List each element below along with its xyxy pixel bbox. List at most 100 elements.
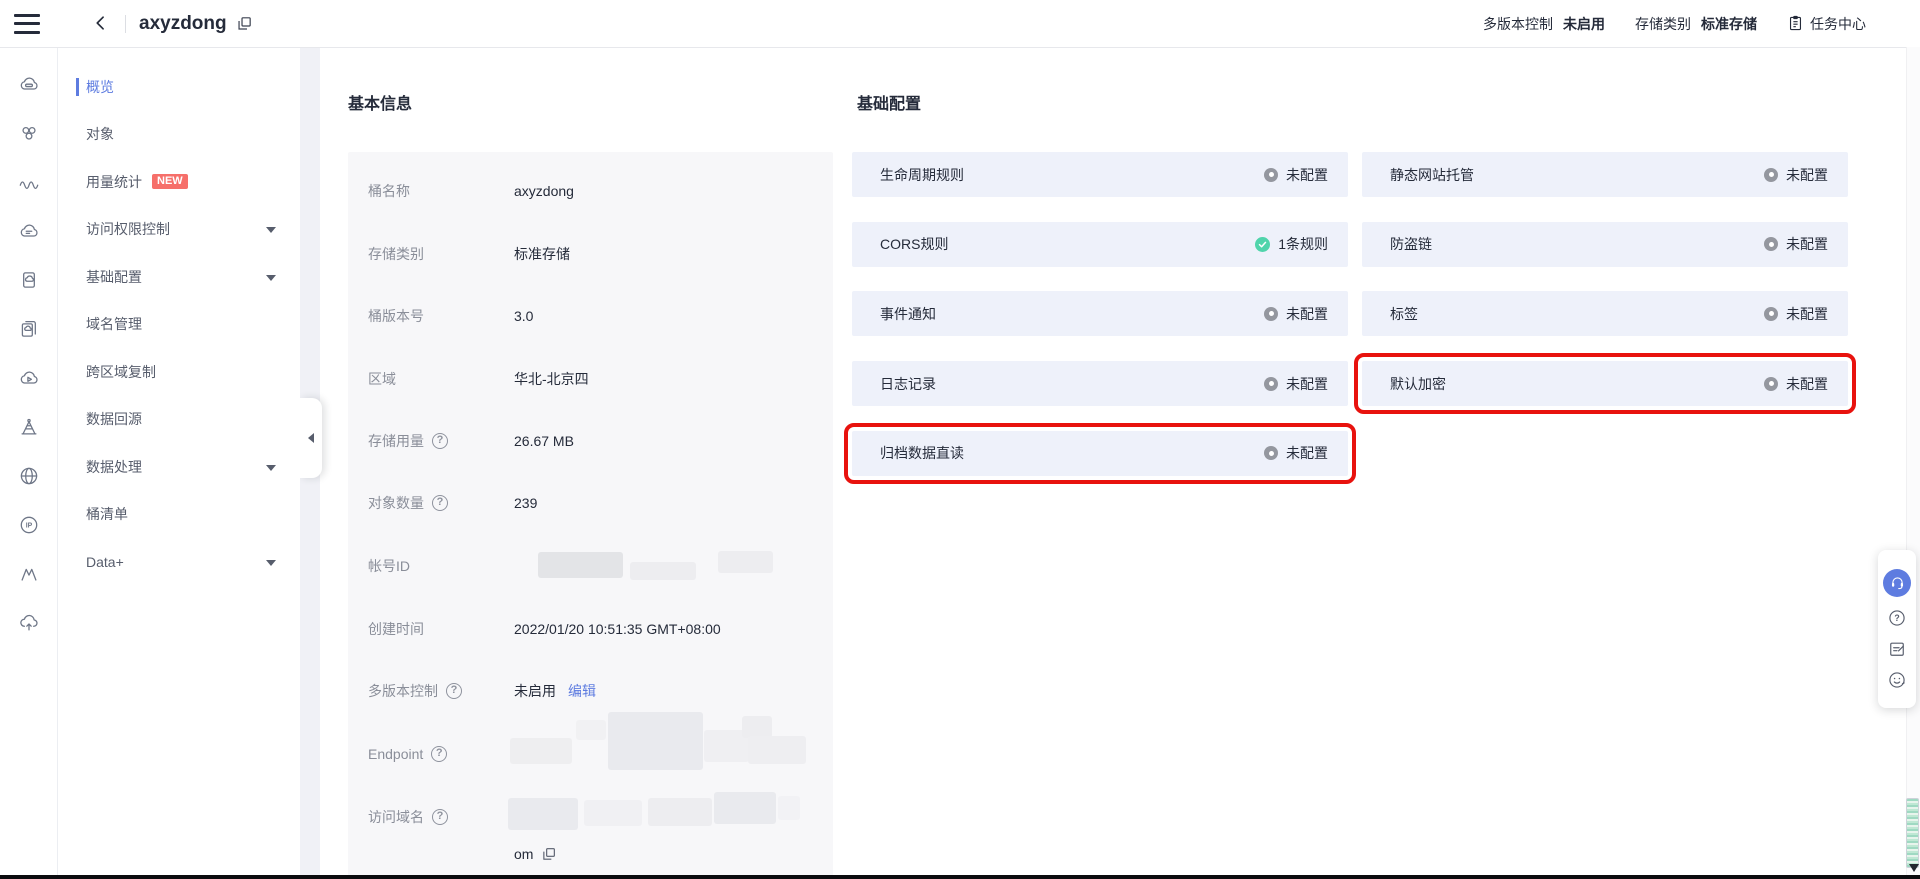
bucket-title: axyzdong (139, 12, 227, 34)
usage-waves-icon[interactable] (18, 171, 40, 193)
status-not-configured-icon (1764, 376, 1778, 391)
basic-config-column-left: 生命周期规则 未配置 CORS规则 1条规则 事件通知 未配置 日志记录 未配置 归档数据直读未… (844, 152, 1356, 484)
sidebar-item-cross-region-replication[interactable]: 跨区域复制 (58, 348, 300, 396)
copy-bucket-name-button[interactable] (236, 15, 254, 33)
cloud-document-icon[interactable] (18, 269, 40, 291)
sidebar-item-label: 对象 (86, 126, 114, 143)
basic-config-column-right: 静态网站托管 未配置 防盗链 未配置 标签 未配置 默认加密 未配置 (1354, 152, 1856, 415)
basic-info-title: 基本信息 (348, 96, 413, 113)
status-not-configured-icon (1264, 306, 1278, 321)
info-row-label: 存储用量 (368, 433, 424, 449)
cloud-console-icon[interactable] (18, 220, 40, 242)
config-status-text: 未配置 (1286, 445, 1328, 462)
status-not-configured-icon (1764, 306, 1778, 321)
config-card-cors[interactable]: CORS规则 1条规则 (852, 221, 1348, 267)
beacon-icon[interactable] (18, 416, 40, 438)
help-circle-icon[interactable]: ? (1887, 608, 1907, 628)
storage-class-label: 存储类别 (1635, 15, 1691, 32)
info-row-label: 多版本控制 (368, 683, 438, 699)
status-not-configured-icon (1764, 167, 1778, 182)
info-row-label: 存储类别 (368, 246, 424, 262)
sidebar-item-label: Data+ (86, 553, 124, 570)
help-icon[interactable]: ? (432, 809, 448, 825)
config-card-lifecycle[interactable]: 生命周期规则 未配置 (852, 152, 1348, 197)
cloud-server-icon[interactable] (18, 73, 40, 95)
info-row-bucket-name: 桶名称 axyzdong (368, 180, 823, 202)
sidebar-item-label: 数据回源 (86, 411, 142, 428)
documents-icon[interactable] (18, 318, 40, 340)
sidebar-item-domain-management[interactable]: 域名管理 (58, 301, 300, 349)
redacted-blur (584, 800, 642, 826)
copy-domain-button[interactable] (541, 846, 557, 862)
task-center-button[interactable]: 任务中心 (1787, 14, 1866, 34)
cloud-upload-icon[interactable] (18, 612, 40, 634)
config-card-label: 日志记录 (880, 375, 936, 392)
globe-icon[interactable] (18, 465, 40, 487)
sidebar-item-data-processing[interactable]: 数据处理 (58, 443, 300, 491)
chevron-down-icon (266, 227, 276, 238)
config-card-label: 事件通知 (880, 305, 936, 322)
config-card-static-website[interactable]: 静态网站托管 未配置 (1362, 152, 1848, 197)
sidebar-item-label: 桶清单 (86, 506, 128, 523)
edit-versioning-link[interactable]: 编辑 (568, 681, 596, 701)
config-card-logging[interactable]: 日志记录 未配置 (852, 361, 1348, 407)
svg-text:IP: IP (25, 523, 32, 530)
menu-toggle-icon[interactable] (14, 13, 40, 34)
help-icon[interactable]: ? (431, 746, 448, 762)
sidebar-item-objects[interactable]: 对象 (58, 111, 300, 159)
sidebar-item-basic-configurations[interactable]: 基础配置 (58, 253, 300, 301)
cdn-icon[interactable] (18, 563, 40, 585)
back-button[interactable] (90, 13, 112, 35)
basic-config-title: 基础配置 (857, 96, 922, 113)
smiley-icon[interactable] (1887, 670, 1907, 690)
collapse-left-icon (303, 433, 314, 443)
config-status: 未配置 (1764, 234, 1828, 254)
config-card-default-encryption[interactable]: 默认加密 未配置 (1354, 353, 1856, 415)
config-card-archive-direct-read[interactable]: 归档数据直读 未配置 (844, 422, 1356, 484)
config-card-referer-validation[interactable]: 防盗链 未配置 (1362, 221, 1848, 267)
svg-text:?: ? (1894, 613, 1899, 623)
info-row-label: Endpoint (368, 746, 424, 762)
sidebar-item-overview[interactable]: 概览 (58, 63, 300, 111)
feedback-form-icon[interactable] (1887, 639, 1907, 659)
config-card-tags[interactable]: 标签 未配置 (1362, 291, 1848, 337)
help-icon[interactable]: ? (432, 433, 448, 449)
config-status: 未配置 (1264, 443, 1328, 463)
page-scrollbar-thumb[interactable] (1906, 798, 1919, 868)
config-status-text: 未配置 (1786, 305, 1828, 322)
sidebar-item-permissions[interactable]: 访问权限控制 (58, 206, 300, 254)
sidebar-collapse-handle[interactable] (300, 398, 322, 478)
info-row-storage-usage: 存储用量? 26.67 MB (368, 430, 823, 452)
info-row-value-group: 26.67 MB (514, 433, 574, 449)
sidebar-item-metrics[interactable]: 用量统计 NEW (58, 158, 300, 206)
info-row-label: 对象数量 (368, 495, 424, 511)
obs-bucket-overview-page: { "header": { "title": "axyzdong", "vers… (0, 0, 1920, 879)
resource-cluster-icon[interactable] (18, 122, 40, 144)
redacted-blur (748, 736, 806, 764)
sidebar-item-inventory[interactable]: 桶清单 (58, 491, 300, 539)
config-status-text: 未配置 (1786, 236, 1828, 253)
screen-bottom-edge (0, 875, 1920, 879)
info-row-created-time: 创建时间 2022/01/20 10:51:35 GMT+08:00 (368, 618, 823, 640)
status-not-configured-icon (1764, 237, 1778, 252)
config-card-label: 防盗链 (1390, 236, 1432, 253)
help-icon[interactable]: ? (432, 495, 448, 511)
redacted-blur (714, 792, 776, 824)
config-status: 未配置 (1764, 304, 1828, 324)
help-icon[interactable]: ? (446, 683, 462, 699)
config-status-text: 未配置 (1286, 375, 1328, 392)
page-scrollbar-track[interactable] (1906, 47, 1920, 875)
config-status-text: 未配置 (1786, 166, 1828, 183)
sidebar-item-label: 数据处理 (86, 458, 142, 475)
cloud-media-icon[interactable] (18, 367, 40, 389)
support-headset-icon[interactable] (1883, 568, 1911, 597)
ip-icon[interactable]: IP (18, 514, 40, 536)
sidebar-item-back-to-source[interactable]: 数据回源 (58, 396, 300, 444)
basic-info-card: 桶名称 axyzdong 存储类别 标准存储 桶版本号 3.0 区域 华北-北京四 存储用量? 2… (348, 152, 833, 879)
config-card-event-notification[interactable]: 事件通知 未配置 (852, 291, 1348, 337)
chevron-down-icon (266, 274, 276, 286)
redacted-blur (576, 720, 606, 740)
sidebar-item-data-plus[interactable]: Data+ (58, 538, 300, 586)
sidebar-item-label: 用量统计 (86, 173, 142, 190)
redacted-blur (718, 551, 773, 573)
